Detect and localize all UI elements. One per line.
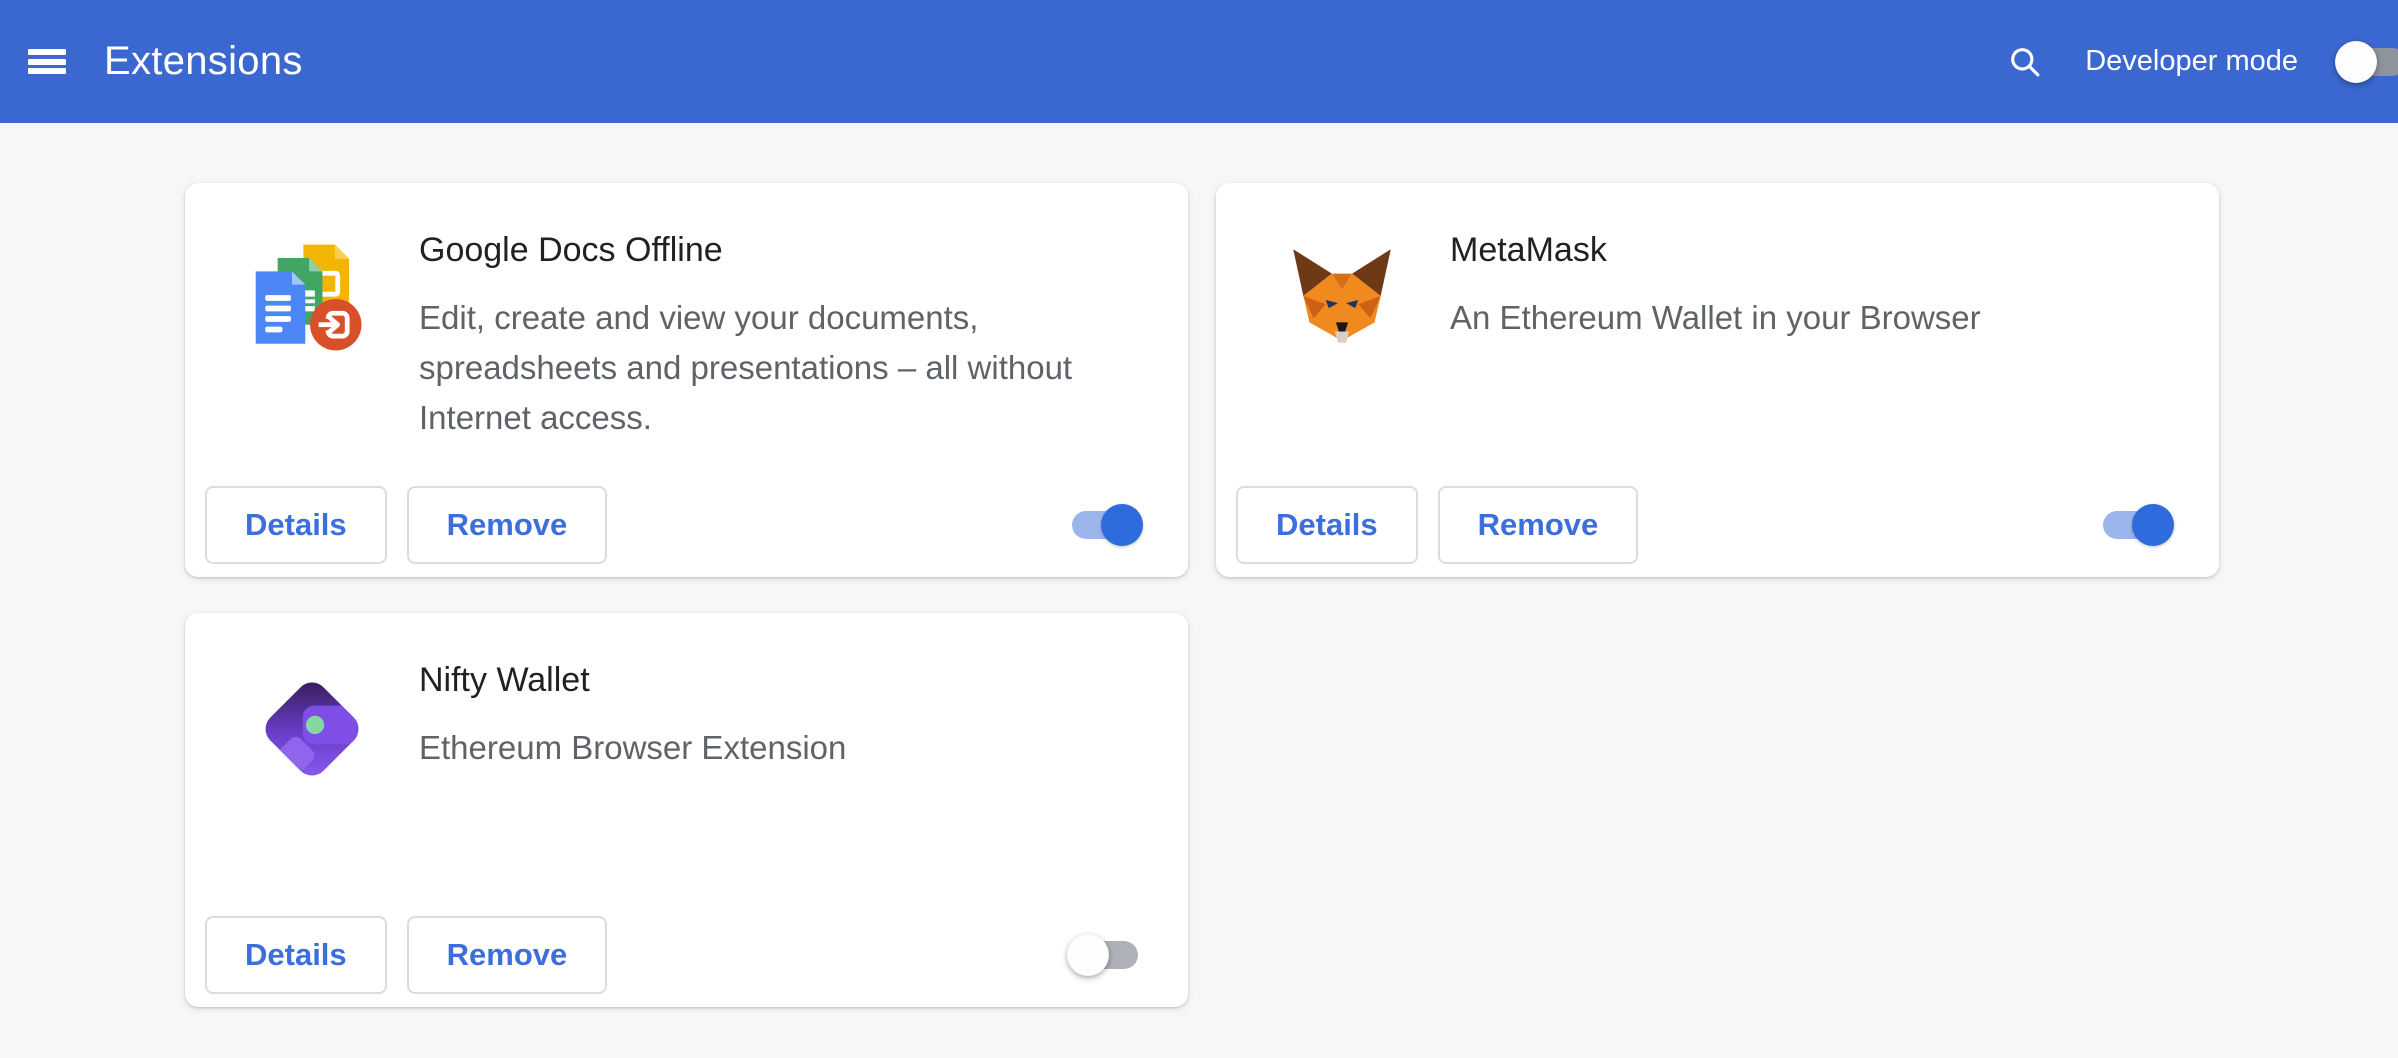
extension-description: Edit, create and view your documents, sp… [419, 293, 1140, 443]
page-title: Extensions [104, 39, 303, 84]
extension-enabled-toggle[interactable] [1072, 511, 1138, 539]
nifty-wallet-icon [250, 667, 372, 789]
card-footer: Details Remove [185, 486, 1188, 577]
extension-name: Google Docs Offline [419, 229, 1140, 271]
card-text: MetaMask An Ethereum Wallet in your Brow… [1450, 229, 1981, 359]
card-text: Google Docs Offline Edit, create and vie… [419, 229, 1140, 443]
card-text: Nifty Wallet Ethereum Browser Extension [419, 659, 846, 789]
details-button[interactable]: Details [1236, 486, 1418, 564]
remove-button[interactable]: Remove [407, 916, 608, 994]
details-button[interactable]: Details [205, 916, 387, 994]
extension-description: Ethereum Browser Extension [419, 723, 846, 773]
google-docs-offline-icon [250, 237, 372, 359]
card-footer: Details Remove [185, 916, 1188, 1007]
toggle-knob [2132, 504, 2174, 546]
toolbar: Extensions Developer mode [0, 0, 2398, 123]
remove-button[interactable]: Remove [1438, 486, 1639, 564]
main-menu-button[interactable] [28, 39, 74, 85]
details-button[interactable]: Details [205, 486, 387, 564]
extension-enabled-toggle[interactable] [2103, 511, 2169, 539]
remove-button[interactable]: Remove [407, 486, 608, 564]
search-icon [2007, 44, 2043, 80]
toggle-knob [2335, 41, 2377, 83]
toggle-knob [1101, 504, 1143, 546]
extension-enabled-toggle[interactable] [1072, 941, 1138, 969]
hamburger-menu-icon [28, 46, 74, 78]
card-body: MetaMask An Ethereum Wallet in your Brow… [1216, 183, 2219, 359]
extension-card: Nifty Wallet Ethereum Browser Extension … [185, 613, 1188, 1007]
search-button[interactable] [2005, 42, 2045, 82]
extension-card: Google Docs Offline Edit, create and vie… [185, 183, 1188, 577]
card-body: Google Docs Offline Edit, create and vie… [185, 183, 1188, 443]
card-body: Nifty Wallet Ethereum Browser Extension [185, 613, 1188, 789]
extensions-grid: Google Docs Offline Edit, create and vie… [185, 183, 2219, 1007]
extension-card: MetaMask An Ethereum Wallet in your Brow… [1216, 183, 2219, 577]
extension-name: MetaMask [1450, 229, 1981, 271]
extension-name: Nifty Wallet [419, 659, 846, 701]
toggle-knob [1067, 934, 1109, 976]
developer-mode-label: Developer mode [2085, 45, 2298, 78]
developer-mode-toggle[interactable] [2340, 48, 2398, 76]
extension-description: An Ethereum Wallet in your Browser [1450, 293, 1981, 343]
metamask-fox-icon [1281, 237, 1403, 359]
card-footer: Details Remove [1216, 486, 2219, 577]
